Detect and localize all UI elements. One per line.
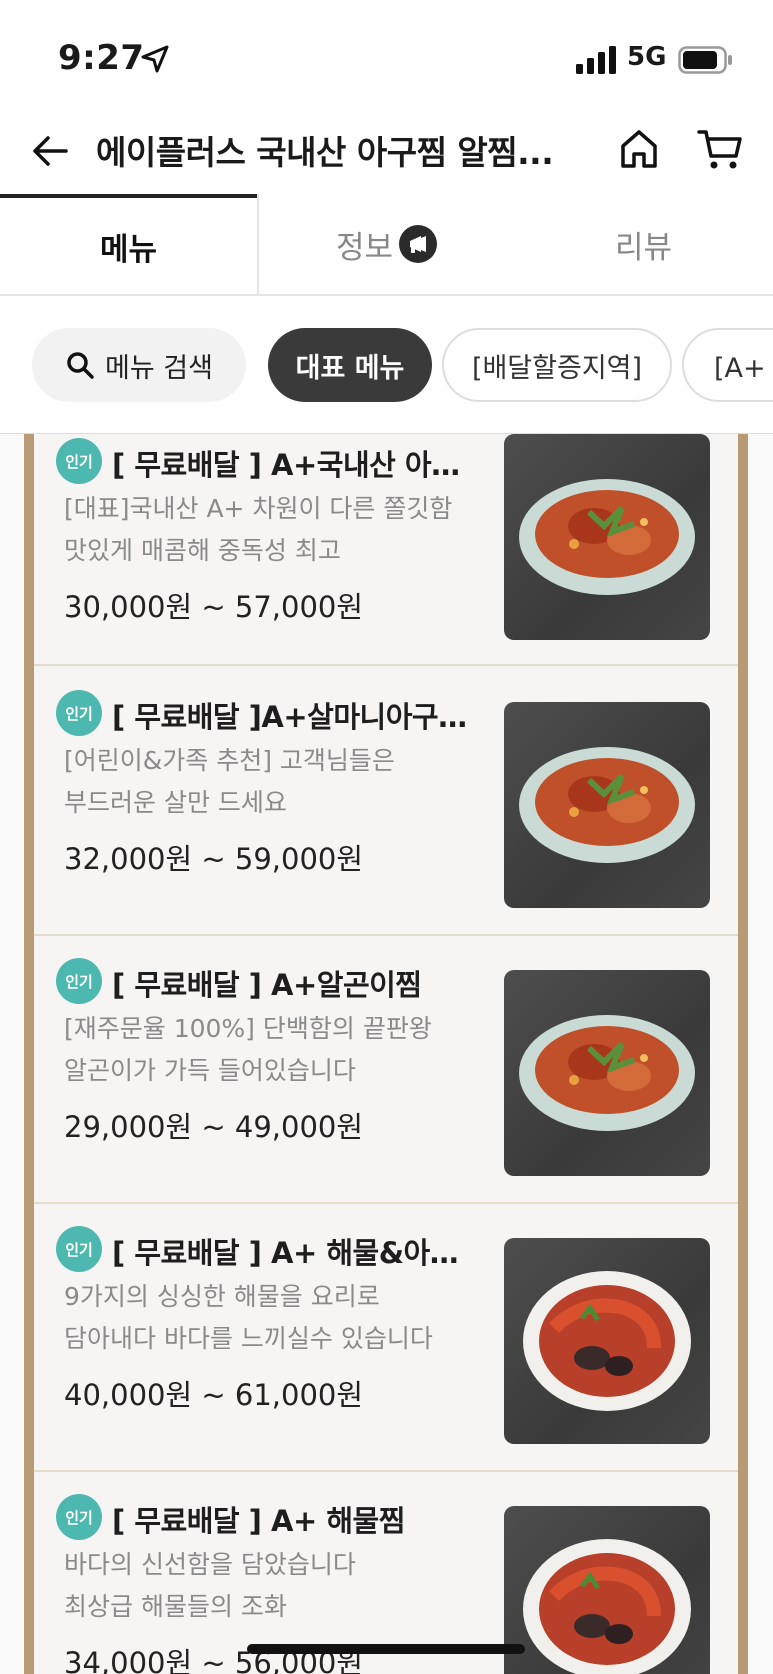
menu-item-desc-1: 9가지의 싱싱한 해물을 요리로 <box>64 1282 380 1311</box>
home-icon[interactable] <box>616 126 662 172</box>
menu-item-price: 40,000원 ~ 61,000원 <box>64 1378 364 1412</box>
menu-item-name: [ 무료배달 ] A+국내산 아… <box>112 448 460 482</box>
seafood-dish-image <box>523 1539 691 1674</box>
menu-item-desc-2: 담아내다 바다를 느끼실수 있습니다 <box>64 1324 433 1353</box>
back-arrow-icon[interactable] <box>28 128 74 174</box>
menu-item-desc-2: 알곤이가 가득 들어있습니다 <box>64 1056 356 1085</box>
chip-surcharge-area[interactable]: [배달할증지역] <box>442 328 672 402</box>
menu-item-desc-1: [어린이&가족 추천] 고객님들은 <box>64 746 395 775</box>
cart-icon[interactable] <box>696 126 744 172</box>
tab-review-label: 리뷰 <box>614 229 673 266</box>
spicy-monkfish-dish-image <box>519 479 695 595</box>
menu-item-desc-2: 맛있게 매콤해 중독성 최고 <box>64 536 341 565</box>
menu-search-label: 메뉴 검색 <box>105 352 213 384</box>
menu-item-desc-2: 부드러운 살만 드세요 <box>64 788 287 817</box>
search-icon <box>67 352 94 379</box>
spicy-monkfish-dish-image <box>519 747 695 863</box>
tab-bar: 메뉴 정보 리뷰 <box>0 194 773 296</box>
menu-item-desc-1: [대표]국내산 A+ 차원이 다른 쫄깃함 <box>64 494 453 523</box>
menu-item-price: 30,000원 ~ 57,000원 <box>64 590 364 624</box>
menu-item-desc-1: [재주문율 100%] 단백함의 끝판왕 <box>64 1014 432 1043</box>
status-bar: 9:27 5G <box>0 0 773 112</box>
tab-review[interactable]: 리뷰 <box>514 194 773 294</box>
menu-item-photo <box>504 1506 710 1674</box>
menu-item-name: [ 무료배달 ]A+살마니아구… <box>112 700 467 734</box>
battery-icon <box>678 46 732 74</box>
megaphone-icon <box>399 225 438 263</box>
menu-item-name: [ 무료배달 ] A+알곤이찜 <box>112 968 422 1002</box>
tab-info[interactable]: 정보 <box>257 194 514 294</box>
menu-list: 인기 [ 무료배달 ] A+국내산 아… [대표]국내산 A+ 차원이 다른 쫄… <box>0 434 773 1674</box>
popular-badge: 인기 <box>56 690 102 736</box>
frame-outer-right <box>748 434 773 1674</box>
menu-item[interactable]: 인기 [ 무료배달 ] A+알곤이찜 [재주문율 100%] 단백함의 끝판왕 … <box>34 936 738 1204</box>
popular-badge: 인기 <box>56 958 102 1004</box>
tab-menu-label: 메뉴 <box>99 231 158 268</box>
popular-badge: 인기 <box>56 1494 102 1540</box>
spicy-monkfish-dish-image <box>519 1015 695 1131</box>
menu-item-name: [ 무료배달 ] A+ 해물&아… <box>112 1236 459 1270</box>
chip-representative-menu[interactable]: 대표 메뉴 <box>268 328 432 402</box>
menu-item[interactable]: 인기 [ 무료배달 ] A+ 해물&아… 9가지의 싱싱한 해물을 요리로 담아… <box>34 1204 738 1472</box>
menu-item[interactable]: 인기 [ 무료배달 ]A+살마니아구… [어린이&가족 추천] 고객님들은 부드… <box>34 668 738 936</box>
cellular-signal-icon <box>576 46 616 74</box>
menu-item-photo <box>504 434 710 640</box>
menu-item-photo <box>504 702 710 908</box>
menu-item-photo <box>504 1238 710 1444</box>
menu-item[interactable]: 인기 [ 무료배달 ] A+국내산 아… [대표]국내산 A+ 차원이 다른 쫄… <box>34 434 738 666</box>
category-chips: 메뉴 검색 대표 메뉴 [배달할증지역] [A+ 추 <box>0 296 773 434</box>
tab-menu[interactable]: 메뉴 <box>0 194 257 294</box>
menu-item-name: [ 무료배달 ] A+ 해물찜 <box>112 1504 405 1538</box>
home-indicator[interactable] <box>247 1644 525 1654</box>
menu-item-price: 29,000원 ~ 49,000원 <box>64 1110 364 1144</box>
status-time: 9:27 <box>58 38 145 78</box>
chip-next-category[interactable]: [A+ 추 <box>682 328 773 402</box>
seafood-dish-image <box>523 1271 691 1411</box>
menu-item-desc-2: 최상급 해물들의 조화 <box>64 1592 287 1621</box>
store-header: 에이플러스 국내산 아구찜 알찜... <box>0 112 773 194</box>
popular-badge: 인기 <box>56 438 102 484</box>
tab-info-label: 정보 <box>335 229 394 266</box>
menu-item-photo <box>504 970 710 1176</box>
wood-frame-left <box>24 434 34 1674</box>
popular-badge: 인기 <box>56 1226 102 1272</box>
location-arrow-icon <box>141 45 169 73</box>
menu-search-chip[interactable]: 메뉴 검색 <box>32 328 246 402</box>
store-title: 에이플러스 국내산 아구찜 알찜... <box>96 133 554 172</box>
frame-outer-left <box>0 434 24 1674</box>
wood-frame-right <box>738 434 748 1674</box>
network-type: 5G <box>627 42 667 72</box>
menu-item-price: 32,000원 ~ 59,000원 <box>64 842 364 876</box>
menu-item-desc-1: 바다의 신선함을 담았습니다 <box>64 1550 356 1579</box>
